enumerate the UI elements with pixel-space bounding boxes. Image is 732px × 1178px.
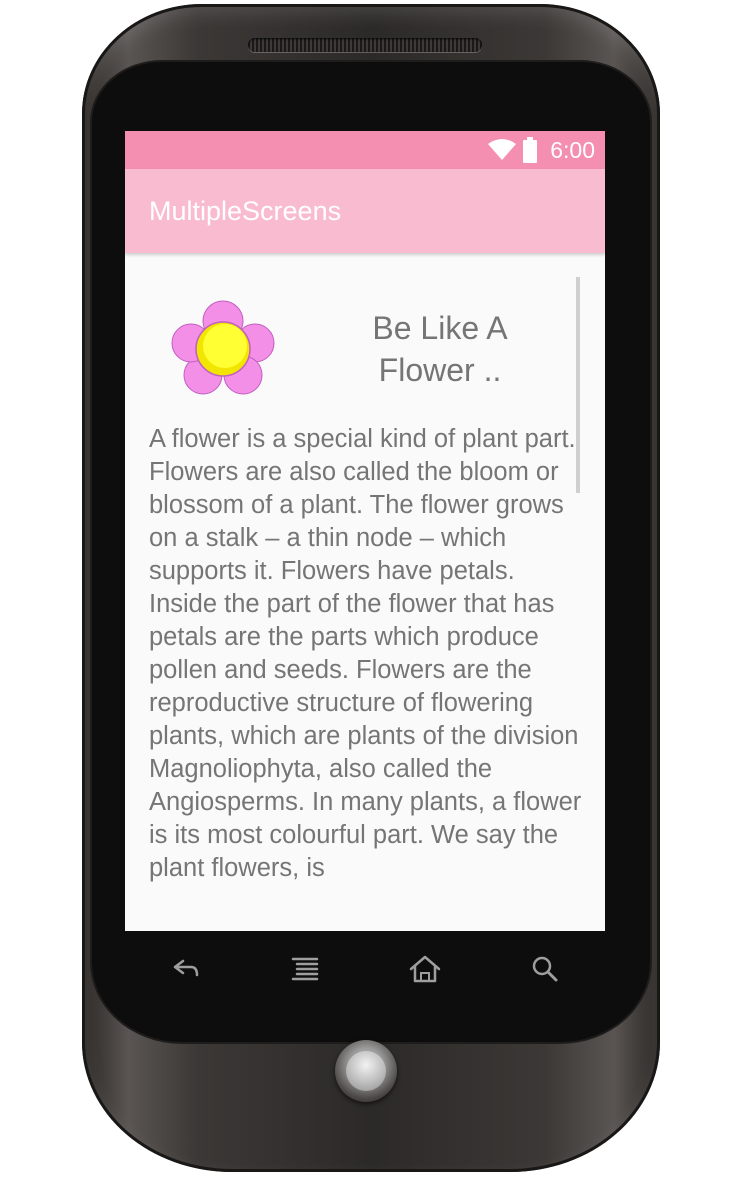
wifi-icon bbox=[488, 139, 516, 160]
phone-screen: 6:00 MultipleScreens Be Like A Flower ..… bbox=[125, 131, 605, 931]
status-bar: 6:00 bbox=[125, 131, 605, 169]
navigation-bar bbox=[125, 931, 605, 1007]
page-heading: Be Like A Flower .. bbox=[372, 310, 508, 388]
speaker-grille bbox=[248, 38, 482, 52]
app-title: MultipleScreens bbox=[149, 196, 342, 226]
menu-icon[interactable] bbox=[285, 953, 325, 985]
body-text: A flower is a special kind of plant part… bbox=[149, 425, 582, 882]
scroll-content[interactable]: Be Like A Flower .. A flower is a specia… bbox=[125, 255, 605, 931]
search-icon[interactable] bbox=[525, 953, 565, 985]
scrollbar[interactable] bbox=[576, 277, 580, 493]
back-icon[interactable] bbox=[165, 953, 205, 985]
app-bar: MultipleScreens bbox=[125, 169, 605, 253]
battery-icon bbox=[523, 137, 537, 163]
flower-icon bbox=[171, 300, 275, 395]
emulator-frame: 6:00 MultipleScreens Be Like A Flower ..… bbox=[0, 0, 732, 1178]
hardware-home-button[interactable] bbox=[335, 1040, 397, 1102]
home-icon[interactable] bbox=[405, 953, 445, 985]
status-time: 6:00 bbox=[550, 137, 595, 163]
